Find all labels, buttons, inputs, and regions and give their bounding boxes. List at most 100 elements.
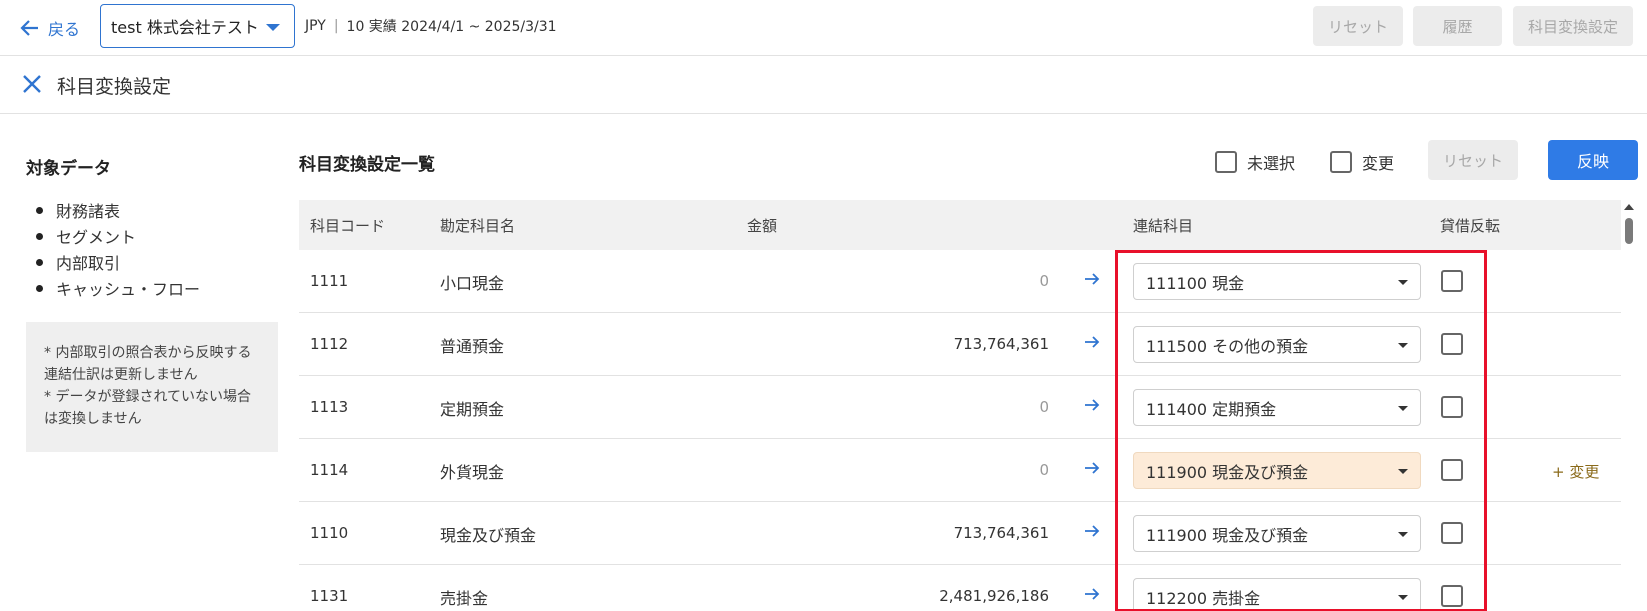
close-icon[interactable] [20,72,44,96]
account-name: 外貨現金 [440,463,505,482]
list-item: 内部取引 [35,250,200,276]
conversion-table: 科目コード 勘定科目名 金額 連結科目 貸借反転 1111 小口現金 0 111100… [299,200,1621,611]
period-info: JPY | 10 実績 2024/4/1 ~ 2025/3/31 [305,16,557,36]
list-reset-button[interactable]: リセット [1428,140,1518,180]
history-button[interactable]: 履歴 [1413,6,1502,46]
flip-checkbox[interactable] [1441,270,1463,292]
page-title: 科目変換設定 [57,76,172,98]
flip-checkbox[interactable] [1441,333,1463,355]
consolidated-account-select[interactable]: 111900 現金及び預金 [1133,515,1421,552]
table-row: 1112 普通預金 713,764,361 111500 その他の預金 [299,313,1621,376]
consolidated-account-select[interactable]: 111400 定期預金 [1133,389,1421,426]
consolidated-account-select[interactable]: 111100 現金 [1133,263,1421,300]
amount: 713,764,361 [953,524,1049,542]
amount: 0 [1039,461,1049,479]
account-name: 小口現金 [440,274,505,293]
table-row: 1110 現金及び預金 713,764,361 111900 現金及び預金 [299,502,1621,565]
caret-down-icon [1398,406,1408,411]
account-code: 1110 [310,524,349,542]
list-item: キャッシュ・フロー [35,276,200,302]
amount: 0 [1039,272,1049,290]
arrow-right-icon [1085,462,1100,474]
account-conversion-settings-button[interactable]: 科目変換設定 [1513,6,1633,46]
separator: | [333,18,339,34]
checkbox-changed[interactable] [1330,151,1352,173]
account-code: 1114 [310,461,349,479]
filter-changed[interactable]: 変更 [1330,150,1394,174]
table-header: 科目コード 勘定科目名 金額 連結科目 貸借反転 [299,200,1621,250]
note-text: * 内部取引の照合表から反映する連結仕訳は更新しません [44,345,252,383]
filter-label: 変更 [1362,154,1395,173]
list-item: セグメント [35,224,200,250]
account-name: 売掛金 [440,589,489,608]
column-header-name: 勘定科目名 [440,217,516,235]
table-row: 1114 外貨現金 0 111900 現金及び預金 + 変更 [299,439,1621,502]
amount: 2,481,926,186 [939,587,1049,605]
period-label: 10 実績 2024/4/1 ~ 2025/3/31 [346,19,557,35]
change-link[interactable]: + 変更 [1552,461,1599,482]
scroll-thumb[interactable] [1625,218,1633,244]
column-header-amount: 金額 [747,217,778,235]
back-label: 戻る [48,20,81,39]
scroll-up-icon[interactable] [1624,204,1634,210]
arrow-right-icon [1085,525,1100,537]
account-code: 1131 [310,587,349,605]
caret-down-icon [1398,532,1408,537]
select-value: 111400 定期預金 [1146,399,1277,419]
note-text: * データが登録されていない場合は変換しません [44,389,252,427]
reset-button[interactable]: リセット [1313,6,1403,46]
arrow-left-icon [20,20,38,36]
account-name: 定期預金 [440,400,505,419]
company-select[interactable]: test 株式会社テスト [100,4,295,48]
list-title: 科目変換設定一覧 [299,155,435,175]
filter-unselected[interactable]: 未選択 [1215,150,1295,174]
scrollbar[interactable] [1622,200,1636,611]
select-value: 112200 売掛金 [1146,588,1261,608]
arrow-right-icon [1085,336,1100,348]
caret-down-icon [1398,469,1408,474]
caret-down-icon [1398,280,1408,285]
caret-down-icon [1398,343,1408,348]
select-value: 111100 現金 [1146,273,1245,293]
caret-down-icon [1398,595,1408,600]
account-name: 普通預金 [440,337,505,356]
amount: 0 [1039,398,1049,416]
apply-button[interactable]: 反映 [1548,140,1638,180]
account-code: 1111 [310,272,349,290]
column-header-code: 科目コード [310,217,386,235]
select-value: 111500 その他の預金 [1146,336,1309,356]
table-row: 1111 小口現金 0 111100 現金 [299,250,1621,313]
checkbox-unselected[interactable] [1215,151,1237,173]
column-header-flip: 貸借反転 [1440,217,1501,235]
table-row: 1113 定期預金 0 111400 定期預金 [299,376,1621,439]
consolidated-account-select[interactable]: 111900 現金及び預金 [1133,452,1421,489]
caret-down-icon [266,24,280,31]
back-button[interactable]: 戻る [20,14,80,42]
filter-label: 未選択 [1247,154,1296,173]
list-item: 財務諸表 [35,198,200,224]
select-value: 111900 現金及び預金 [1146,462,1309,482]
target-data-list: 財務諸表 セグメント 内部取引 キャッシュ・フロー [35,198,200,302]
flip-checkbox[interactable] [1441,396,1463,418]
select-value: 111900 現金及び預金 [1146,525,1309,545]
flip-checkbox[interactable] [1441,585,1463,607]
account-code: 1112 [310,335,349,353]
note-box: * 内部取引の照合表から反映する連結仕訳は更新しません * データが登録されてい… [26,322,278,452]
column-header-consolidated: 連結科目 [1133,217,1194,235]
consolidated-account-select[interactable]: 112200 売掛金 [1133,578,1421,611]
table-row: 1131 売掛金 2,481,926,186 112200 売掛金 [299,565,1621,611]
account-code: 1113 [310,398,349,416]
currency-label: JPY [305,18,326,34]
account-name: 現金及び預金 [440,526,537,545]
page-header: 科目変換設定 [0,56,1647,114]
arrow-right-icon [1085,588,1100,600]
sidebar-title: 対象データ [26,159,111,179]
flip-checkbox[interactable] [1441,522,1463,544]
company-select-value: test 株式会社テスト [111,18,259,37]
consolidated-account-select[interactable]: 111500 その他の預金 [1133,326,1421,363]
top-bar: 戻る test 株式会社テスト JPY | 10 実績 2024/4/1 ~ 2… [0,0,1647,56]
arrow-right-icon [1085,399,1100,411]
arrow-right-icon [1085,273,1100,285]
flip-checkbox[interactable] [1441,459,1463,481]
amount: 713,764,361 [953,335,1049,353]
